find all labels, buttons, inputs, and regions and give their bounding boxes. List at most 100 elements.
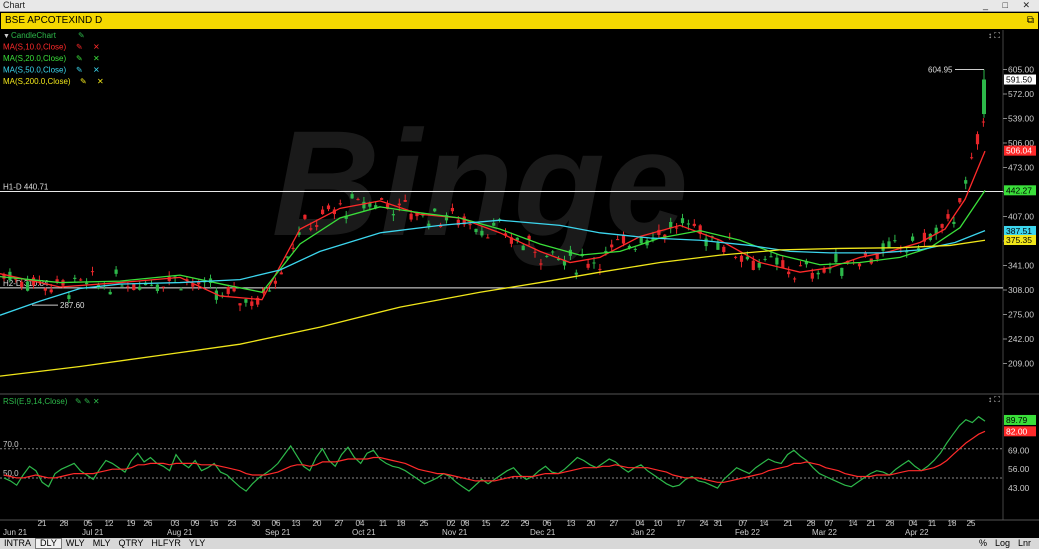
y-tick-label: 341.00 bbox=[1008, 261, 1034, 271]
pencil-icon[interactable]: ✎ bbox=[76, 66, 83, 75]
x-day-label: 18 bbox=[397, 519, 406, 528]
candle-body bbox=[975, 134, 980, 145]
candle-body bbox=[403, 199, 407, 202]
pencil-icon[interactable]: ✎ bbox=[78, 31, 85, 40]
window-controls[interactable]: _ □ ✕ bbox=[983, 0, 1036, 11]
y-tick-label: 209.00 bbox=[1008, 359, 1034, 369]
x-day-label: 13 bbox=[567, 519, 576, 528]
close-icon[interactable]: ✕ bbox=[93, 43, 100, 52]
candle-body bbox=[120, 285, 124, 287]
x-day-label: 10 bbox=[654, 519, 663, 528]
candle-body bbox=[592, 262, 596, 264]
timeframe-tab-hlfyr[interactable]: HLFYR bbox=[147, 538, 185, 549]
candle-body bbox=[675, 227, 679, 229]
rsi-pane-arrows-icon[interactable]: ↕ ⛶ bbox=[988, 395, 1000, 404]
legend-label[interactable]: MA(S,20.0,Close) bbox=[3, 54, 66, 63]
candle-body bbox=[391, 214, 395, 216]
restore-icon[interactable]: ⧉ bbox=[1027, 13, 1034, 29]
candle-body bbox=[775, 257, 779, 265]
candle-body bbox=[149, 284, 154, 286]
timeframe-tab-qtry[interactable]: QTRY bbox=[115, 538, 148, 549]
candle-body bbox=[722, 246, 726, 253]
x-day-label: 26 bbox=[144, 519, 153, 528]
candle-body bbox=[238, 303, 242, 306]
x-month-label: Mar 22 bbox=[812, 528, 837, 537]
candle-body bbox=[793, 278, 797, 280]
candle-body bbox=[952, 221, 956, 224]
y-tick-label: 275.00 bbox=[1008, 310, 1034, 320]
close-icon[interactable]: ✕ bbox=[97, 77, 104, 86]
candle-body bbox=[55, 279, 59, 282]
pencil-icon[interactable]: ✎ bbox=[76, 54, 83, 63]
pencil-icon[interactable]: ✎ ✎ ✕ bbox=[75, 397, 100, 406]
candle-body bbox=[551, 251, 555, 253]
pencil-icon[interactable]: ✎ bbox=[76, 43, 83, 52]
candle-body bbox=[480, 230, 484, 236]
y-tick-label: 407.00 bbox=[1008, 212, 1034, 222]
x-day-label: 18 bbox=[948, 519, 957, 528]
timeframe-tab-mly[interactable]: MLY bbox=[89, 538, 115, 549]
x-month-label: Jan 22 bbox=[631, 528, 656, 537]
x-day-label: 03 bbox=[171, 519, 180, 528]
x-day-label: 04 bbox=[356, 519, 365, 528]
legend-label[interactable]: MA(S,50.0,Close) bbox=[3, 66, 66, 75]
pencil-icon[interactable]: ✎ bbox=[80, 77, 87, 86]
candle-body bbox=[787, 271, 791, 275]
x-month-label: Dec 21 bbox=[530, 528, 556, 537]
candle-body bbox=[970, 157, 974, 159]
x-day-label: 14 bbox=[760, 519, 769, 528]
candle-body bbox=[521, 245, 525, 251]
x-month-label: Oct 21 bbox=[352, 528, 376, 537]
timeframe-tab-dly[interactable]: DLY bbox=[35, 538, 62, 549]
candle-body bbox=[486, 237, 490, 239]
candle-body bbox=[362, 201, 366, 209]
scale-button[interactable]: Lnr bbox=[1014, 538, 1035, 549]
candle-body bbox=[380, 198, 384, 200]
x-day-label: 15 bbox=[482, 519, 491, 528]
rsi-y-tick-label: 56.00 bbox=[1008, 464, 1030, 474]
candle-body bbox=[958, 198, 962, 203]
timeframe-tab-wly[interactable]: WLY bbox=[62, 538, 89, 549]
candle-body bbox=[427, 223, 431, 227]
chart-area[interactable]: Binge H1-D 440.71H2-D 310.8470.050.0 605… bbox=[0, 30, 1039, 538]
scale-button[interactable]: % bbox=[975, 538, 991, 549]
candle-body bbox=[680, 218, 685, 224]
candle-body bbox=[155, 284, 159, 291]
rsi-legend-label[interactable]: RSI(E,9,14,Close) bbox=[3, 397, 68, 406]
timeframe-tab-yly[interactable]: YLY bbox=[185, 538, 209, 549]
close-icon[interactable]: ✕ bbox=[93, 54, 100, 63]
x-day-label: 12 bbox=[105, 519, 114, 528]
x-day-label: 11 bbox=[379, 519, 388, 528]
close-icon[interactable]: ✕ bbox=[93, 66, 100, 75]
candle-body bbox=[887, 241, 891, 248]
candle-body bbox=[757, 262, 761, 268]
x-day-label: 28 bbox=[807, 519, 816, 528]
candle-body bbox=[433, 208, 437, 212]
candle-body bbox=[291, 247, 295, 249]
candle-body bbox=[940, 224, 944, 228]
scale-button[interactable]: Log bbox=[991, 538, 1014, 549]
legend-label[interactable]: MA(S,10.0,Close) bbox=[3, 43, 66, 52]
x-month-label: Sep 21 bbox=[265, 528, 291, 537]
candle-body bbox=[982, 79, 986, 115]
candle-body bbox=[474, 228, 478, 233]
timeframe-tab-intra[interactable]: INTRA bbox=[0, 538, 35, 549]
candle-body bbox=[409, 213, 413, 220]
candle-body bbox=[250, 301, 254, 306]
candle-body bbox=[716, 242, 720, 250]
candle-body bbox=[840, 267, 844, 276]
candle-body bbox=[734, 256, 738, 258]
x-day-label: 06 bbox=[272, 519, 281, 528]
rsi-level-label: 70.0 bbox=[3, 440, 19, 449]
x-month-label: Apr 22 bbox=[905, 528, 929, 537]
legend-label[interactable]: CandleChart bbox=[11, 31, 57, 40]
candle-body bbox=[450, 207, 454, 212]
legend-label[interactable]: MA(S,200.0,Close) bbox=[3, 77, 71, 86]
price-tag-label: 506.04 bbox=[1006, 146, 1032, 156]
candle-body bbox=[964, 180, 968, 184]
pane-arrows-icon[interactable]: ↕ ⛶ bbox=[988, 31, 1000, 40]
symbol-title: BSE APCOTEXIND D bbox=[5, 15, 103, 26]
timeframe-bar: INTRA DLY WLY MLY QTRY HLFYR YLY % Log Lnr bbox=[0, 538, 1039, 549]
x-day-label: 20 bbox=[313, 519, 322, 528]
legend-marker: ▼ bbox=[3, 33, 10, 40]
